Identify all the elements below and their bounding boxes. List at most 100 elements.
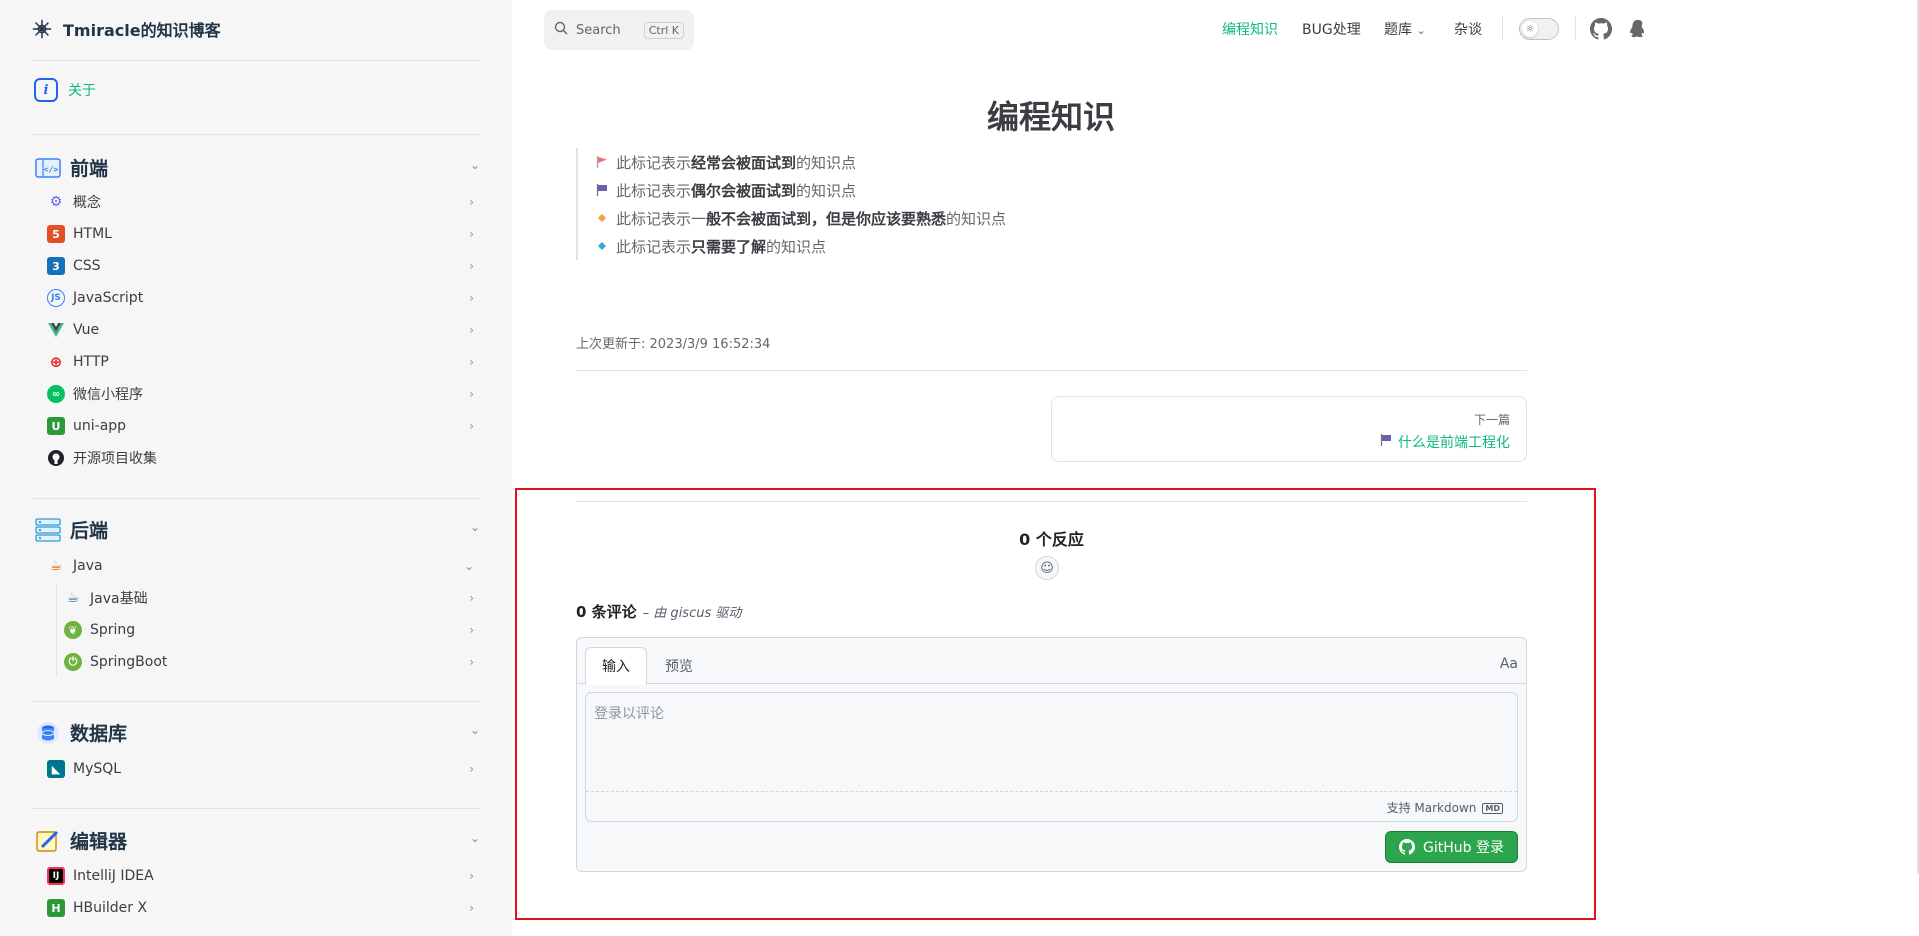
chevron-right-icon: › <box>469 291 474 305</box>
sidebar: Tmiracle的知识博客 i 关于 </> 前端 ⌄ ⚙ 概念 › 5 HTM… <box>0 0 512 936</box>
page-title: 编程知识 <box>986 98 1115 136</box>
legend-row: 此标记表示一般不会被面试到，但是你应该要熟悉的知识点 <box>596 204 1006 232</box>
intellij-icon: IJ <box>47 867 65 885</box>
sidebar-item-label: Vue <box>73 322 100 338</box>
next-page-link[interactable]: 什么是前端工程化 <box>1068 432 1510 452</box>
nav-link-misc[interactable]: 杂谈 <box>1454 19 1482 39</box>
nav-link-questions[interactable]: 题库 ⌄ <box>1384 19 1426 39</box>
sidebar-item-label: HBuilder X <box>73 900 148 916</box>
sidebar-divider <box>31 701 480 702</box>
search-icon <box>554 21 568 39</box>
sidebar-group-editor[interactable]: 编辑器 ⌄ <box>34 827 480 854</box>
sidebar-item-label: 开源项目收集 <box>73 451 157 467</box>
css3-icon: 3 <box>47 257 65 275</box>
sidebar-item-label: SpringBoot <box>90 654 168 670</box>
group-title-label: 前端 <box>70 158 109 180</box>
github-login-button[interactable]: GitHub 登录 <box>1385 831 1518 863</box>
info-icon: i <box>34 78 58 102</box>
sidebar-item-javascript[interactable]: JS JavaScript › <box>47 286 480 310</box>
sidebar-group-frontend[interactable]: </> 前端 ⌄ <box>34 154 480 181</box>
globe-icon: ⊕ <box>49 353 63 371</box>
sidebar-item-java-basics[interactable]: ☕ Java基础 › <box>64 586 480 610</box>
chevron-down-icon: ⌄ <box>463 559 474 573</box>
content-divider <box>576 370 1527 371</box>
comment-count-label: 0 条评论 <box>576 603 637 621</box>
search-button[interactable]: Search Ctrl K <box>544 10 694 50</box>
sidebar-item-vue[interactable]: Vue › <box>47 318 480 342</box>
search-shortcut: Ctrl K <box>643 21 684 39</box>
sidebar-item-spring[interactable]: ❦ Spring › <box>64 618 480 642</box>
java-coffee-icon: ☕ <box>49 558 63 574</box>
sidebar-item-label: CSS <box>73 258 101 274</box>
site-brand[interactable]: Tmiracle的知识博客 <box>31 14 221 44</box>
comment-placeholder: 登录以评论 <box>594 706 664 722</box>
qq-icon[interactable] <box>1627 18 1649 40</box>
hbuilder-icon: H <box>47 899 65 917</box>
chevron-right-icon: › <box>469 259 474 273</box>
sidebar-item-mysql[interactable]: ◣ MySQL › <box>47 757 480 781</box>
sidebar-item-label: Java基础 <box>90 591 148 607</box>
sidebar-item-css[interactable]: 3 CSS › <box>47 254 480 278</box>
sidebar-item-hbuilder[interactable]: H HBuilder X › <box>47 896 480 920</box>
next-page-card[interactable]: 下一篇 什么是前端工程化 <box>1051 396 1527 462</box>
sidebar-item-concept[interactable]: ⚙ 概念 › <box>47 190 480 214</box>
chevron-right-icon: › <box>469 355 474 369</box>
sidebar-item-opensource[interactable]: 开源项目收集 <box>47 446 480 470</box>
uniapp-icon: U <box>47 417 65 435</box>
group-title-label: 数据库 <box>70 723 128 745</box>
sidebar-item-about[interactable]: i 关于 <box>34 78 96 102</box>
nav-link-bug[interactable]: BUG处理 <box>1302 19 1361 39</box>
spring-leaf-icon: ❦ <box>64 621 82 639</box>
sidebar-item-intellij[interactable]: IJ IntelliJ IDEA › <box>47 864 480 888</box>
chevron-down-icon: ⌄ <box>469 723 480 737</box>
github-icon <box>47 449 65 467</box>
github-icon[interactable] <box>1590 18 1612 40</box>
search-label: Search <box>576 22 621 38</box>
sidebar-item-label: Spring <box>90 622 136 638</box>
sidebar-item-springboot[interactable]: ⏻ SpringBoot › <box>64 650 480 674</box>
chevron-right-icon: › <box>469 227 474 241</box>
marker-legend: 此标记表示经常会被面试到的知识点 此标记表示偶尔会被面试到的知识点 此标记表示一… <box>576 148 1006 260</box>
sidebar-item-http[interactable]: ⊕ HTTP › <box>47 350 480 374</box>
sidebar-group-backend[interactable]: 后端 ⌄ <box>34 516 480 543</box>
sidebar-item-label: uni-app <box>73 418 127 434</box>
reactions-count: 0 个反应 <box>1019 530 1084 549</box>
smiley-icon[interactable]: ☺ <box>1035 556 1059 580</box>
wechat-miniprogram-icon: ∞ <box>47 385 65 403</box>
pencil-note-icon <box>34 829 62 853</box>
tab-preview[interactable]: 预览 <box>649 647 709 685</box>
github-login-label: GitHub 登录 <box>1423 840 1504 856</box>
chevron-right-icon: › <box>469 323 474 337</box>
next-page-title: 什么是前端工程化 <box>1398 435 1510 451</box>
sidebar-divider <box>31 134 480 135</box>
sidebar-item-label: Java <box>73 558 103 574</box>
text-format-button[interactable]: Aa <box>1500 656 1518 672</box>
group-title-label: 后端 <box>70 520 109 542</box>
tab-input[interactable]: 输入 <box>585 647 647 685</box>
sidebar-item-uniapp[interactable]: U uni-app › <box>47 414 480 438</box>
comment-textarea[interactable]: 登录以评论 支持 Markdown MD <box>585 692 1518 822</box>
sidebar-item-miniprogram[interactable]: ∞ 微信小程序 › <box>47 382 480 406</box>
sidebar-item-html[interactable]: 5 HTML › <box>47 222 480 246</box>
orange-diamond-icon <box>596 212 608 224</box>
sidebar-item-java[interactable]: ☕ Java ⌄ <box>47 554 480 578</box>
chevron-right-icon: › <box>469 762 474 776</box>
vue-icon <box>47 321 65 339</box>
chevron-right-icon: › <box>469 869 474 883</box>
purple-flag-icon <box>596 184 608 196</box>
markdown-icon: MD <box>1482 803 1503 814</box>
nav-link-programming[interactable]: 编程知识 <box>1222 19 1278 39</box>
sun-icon: ☼ <box>1522 21 1538 37</box>
theme-toggle[interactable]: ☼ <box>1519 18 1559 40</box>
sidebar-group-database[interactable]: 数据库 ⌄ <box>34 719 480 746</box>
chevron-right-icon: › <box>469 195 474 209</box>
server-rack-icon <box>34 518 62 542</box>
chevron-down-icon: ⌄ <box>469 520 480 534</box>
power-icon: ⏻ <box>64 653 82 671</box>
atom-logo-icon <box>32 19 52 39</box>
sidebar-item-label: 微信小程序 <box>73 387 143 403</box>
github-icon <box>1399 839 1416 855</box>
mysql-dolphin-icon: ◣ <box>47 760 65 778</box>
sidebar-item-label: JavaScript <box>73 290 144 306</box>
java-coffee-icon: ☕ <box>66 590 80 606</box>
